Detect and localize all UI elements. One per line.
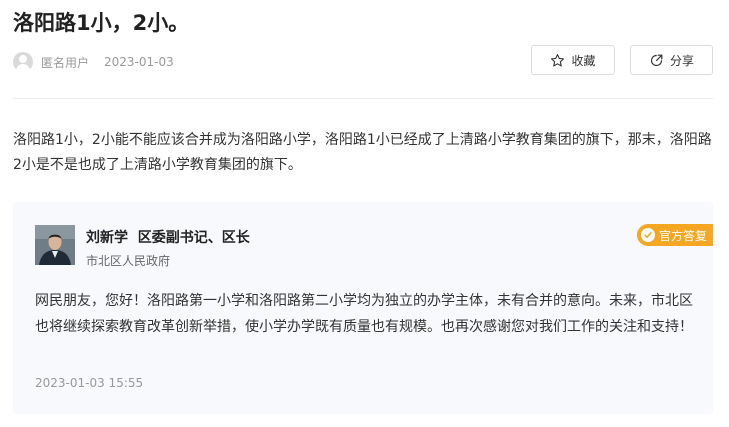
favorite-label: 收藏 [571, 53, 596, 68]
favorite-button[interactable]: 收藏 [531, 45, 615, 75]
official-reply-card: 刘新学 区委副书记、区长 市北区人民政府 官方答复 网民朋友，您好！洛阳路第一小… [13, 202, 713, 414]
official-reply-badge: 官方答复 [636, 224, 713, 246]
page-title: 洛阳路1小，2小。 [13, 11, 190, 35]
question-body: 洛阳路1小，2小能不能应该合并成为洛阳路小学，洛阳路1小已经成了上清路小学教育集… [13, 132, 712, 173]
star-icon [551, 53, 565, 66]
responder-name-line: 刘新学 区委副书记、区长 [86, 227, 250, 247]
question-date: 2023-01-03 [104, 55, 174, 69]
author-name: 匿名用户 [41, 55, 90, 70]
question-meta: 匿名用户 2023-01-03 [13, 52, 174, 72]
user-avatar-icon [13, 52, 33, 72]
reply-time: 2023-01-03 15:55 [35, 376, 144, 390]
share-label: 分享 [669, 53, 694, 68]
reply-body: 网民朋友，您好！洛阳路第一小学和洛阳路第二小学均为独立的办学主体，未有合并的意向… [35, 293, 693, 335]
responder-organization: 市北区人民政府 [86, 254, 171, 268]
divider [13, 98, 713, 99]
check-circle-icon [640, 228, 655, 242]
responder-name: 刘新学 [86, 230, 128, 246]
share-icon [650, 54, 663, 66]
responder-avatar [35, 225, 75, 265]
share-button[interactable]: 分享 [630, 45, 713, 75]
responder-title: 区委副书记、区长 [137, 230, 250, 246]
badge-label: 官方答复 [658, 228, 707, 243]
